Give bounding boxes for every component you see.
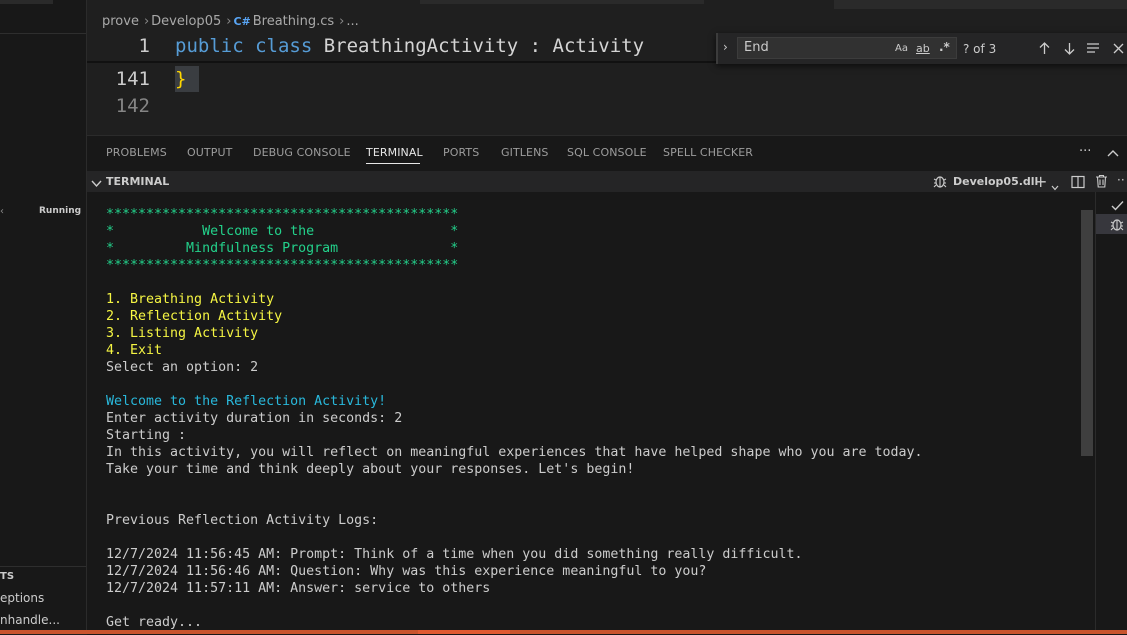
regex-toggle[interactable]: .*	[939, 40, 950, 54]
terminal-scrollbar-thumb[interactable]	[1081, 210, 1093, 456]
tab-spell-checker[interactable]: SPELL CHECKER	[663, 146, 753, 159]
sidebar-item[interactable]: nhandle...	[0, 613, 60, 627]
status-bar-segment	[418, 630, 510, 634]
breadcrumb: prove › Develop05 › C# Breathing.cs ›...	[102, 14, 361, 29]
terminal-line: Take your time and think deeply about yo…	[106, 462, 635, 477]
terminal-line: 4. Exit	[106, 343, 163, 358]
trash-icon[interactable]	[1095, 173, 1108, 192]
terminal-line: 12/7/2024 11:56:45 AM: Prompt: Think of …	[106, 547, 803, 562]
split-terminal-icon[interactable]	[1071, 174, 1085, 193]
sidebar-divider	[0, 566, 86, 567]
code-keyword: public	[175, 35, 244, 57]
line-number: 1	[138, 35, 150, 57]
terminal-line: Enter activity duration in seconds: 2	[106, 411, 403, 426]
tab-gitlens[interactable]: GITLENS	[501, 146, 548, 159]
title-strip	[834, 0, 1127, 9]
arrow-down-icon[interactable]	[1061, 40, 1077, 56]
new-terminal-plus-icon[interactable]: +	[1034, 172, 1047, 191]
terminal-line: 12/7/2024 11:57:11 AM: Answer: service t…	[106, 581, 491, 596]
whole-word-toggle[interactable]: ab	[916, 42, 930, 55]
more-actions-icon[interactable]: ··	[1117, 173, 1125, 187]
terminal-line: ****************************************…	[106, 258, 459, 273]
find-result-count: ? of 3	[963, 42, 997, 56]
breadcrumb-item[interactable]: Develop05	[151, 14, 221, 29]
chevron-right-icon: ›	[226, 14, 232, 29]
title-strip	[420, 0, 704, 4]
breadcrumb-item[interactable]: prove	[102, 14, 139, 29]
running-label: Running	[39, 206, 82, 216]
chevron-up-icon[interactable]	[1106, 146, 1120, 160]
terminal-line: 12/7/2024 11:56:46 AM: Question: Why was…	[106, 564, 707, 579]
tab-ports[interactable]: PORTS	[443, 146, 479, 159]
terminal-tabs-list	[1095, 192, 1127, 634]
terminal-line: Get ready...	[106, 615, 203, 630]
code-line[interactable]: public class BreathingActivity : Activit…	[175, 35, 644, 57]
find-in-selection-icon[interactable]	[1085, 40, 1101, 56]
tab-output[interactable]: OUTPUT	[187, 146, 232, 159]
active-tab-indicator	[366, 163, 420, 164]
chevron-down-icon[interactable]	[91, 174, 102, 193]
tab-terminal[interactable]: TERMINAL	[366, 146, 423, 159]
terminal-line: Starting :	[106, 428, 187, 443]
code-keyword: class	[255, 35, 313, 57]
breadcrumb-item[interactable]: Breathing.cs	[253, 14, 334, 29]
sidebar-item[interactable]: eptions	[0, 591, 44, 605]
sidebar-top-block	[0, 0, 53, 4]
terminal-line: 2. Reflection Activity	[106, 309, 283, 324]
more-actions-icon[interactable]: ···	[1079, 144, 1091, 159]
chevron-right-icon: ›	[339, 14, 345, 29]
tab-problems[interactable]: PROBLEMS	[106, 146, 167, 159]
sidebar-divider	[0, 33, 86, 34]
chevron-right-icon: ›	[143, 14, 150, 29]
line-number: 142	[115, 95, 150, 117]
breadcrumb-item[interactable]: ...	[346, 14, 358, 29]
terminal-line: Welcome to the Reflection Activity!	[106, 394, 387, 409]
sidebar-section-header[interactable]: TS	[0, 571, 14, 582]
sidebar-arrow: ‹	[0, 206, 4, 217]
terminal-line: 3. Listing Activity	[106, 326, 259, 341]
code-text: BreathingActivity : Activity	[312, 35, 645, 57]
terminal-line: ****************************************…	[106, 207, 459, 222]
terminal-line: In this activity, you will reflect on me…	[106, 445, 923, 460]
tab-sql-console[interactable]: SQL CONSOLE	[567, 146, 647, 159]
left-sidebar: ‹ Running TS eptions nhandle...	[0, 0, 87, 634]
tab-debug-console[interactable]: DEBUG CONSOLE	[253, 146, 351, 159]
checkmark-icon[interactable]	[1111, 196, 1124, 215]
terminal-line: 1. Breathing Activity	[106, 292, 275, 307]
line-number: 141	[115, 68, 150, 90]
terminal-line: Previous Reflection Activity Logs:	[106, 513, 379, 528]
status-bar	[0, 630, 1127, 634]
toggle-replace-chevron-icon[interactable]: ›	[723, 40, 728, 54]
csharp-file-icon: C#	[233, 15, 251, 28]
close-icon[interactable]	[1110, 40, 1126, 56]
terminal-instance-name[interactable]: Develop05.dll	[953, 175, 1038, 188]
debug-bug-icon	[1109, 216, 1125, 236]
terminal-line: Select an option: 2	[106, 360, 259, 375]
terminal-line: * Welcome to the *	[106, 224, 459, 239]
debug-bug-icon	[932, 173, 948, 193]
terminal-section-title[interactable]: TERMINAL	[106, 175, 169, 188]
terminal-line: * Mindfulness Program *	[106, 241, 459, 256]
match-case-toggle[interactable]: Aa	[895, 43, 908, 54]
code-brace[interactable]: }	[175, 68, 186, 90]
arrow-up-icon[interactable]	[1036, 40, 1052, 56]
